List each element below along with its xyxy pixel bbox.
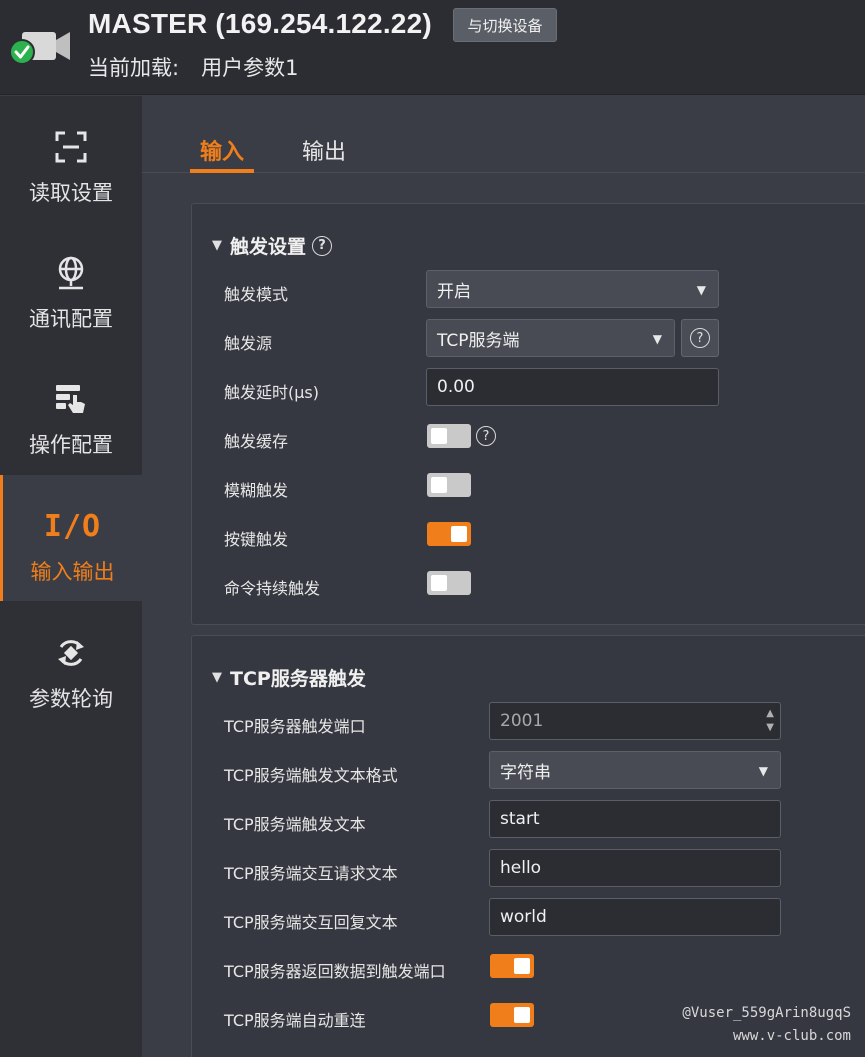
watermark-site: www.v-club.com — [732, 1028, 851, 1044]
tab-active-indicator — [190, 169, 254, 173]
tab-input[interactable]: 输入 — [200, 134, 244, 166]
chevron-down-icon: ▼ — [696, 283, 706, 297]
sidebar: 读取设置 通讯配置 操作配置 I/O 输入输出 参数轮询 — [0, 96, 142, 1057]
trigger-delay-label: 触发延时(μs) — [224, 383, 320, 402]
watermark-user: @Vuser_559gArin8ugqS — [682, 1005, 851, 1021]
tcp-text-label: TCP服务端触发文本 — [224, 815, 366, 834]
trigger-settings-header[interactable]: ▼ 触发设置 ? — [212, 232, 333, 259]
cycle-icon — [53, 635, 89, 671]
current-load-label: 当前加载: — [88, 56, 180, 80]
trigger-source-help-button[interactable]: ? — [681, 319, 719, 357]
help-icon[interactable]: ? — [312, 235, 333, 256]
fuzzy-trigger-toggle[interactable] — [427, 473, 471, 497]
sidebar-item-operation[interactable]: 操作配置 — [0, 348, 142, 474]
collapse-triangle-icon: ▼ — [212, 238, 222, 253]
tcp-reply-label: TCP服务端交互回复文本 — [224, 913, 398, 932]
trigger-mode-select[interactable]: 开启 ▼ — [426, 270, 719, 308]
tcp-text-input[interactable]: start — [489, 800, 781, 838]
scan-frame-icon — [53, 129, 89, 165]
tcp-return-data-toggle[interactable] — [490, 954, 534, 978]
help-icon: ? — [690, 328, 710, 348]
sidebar-item-param-polling[interactable]: 参数轮询 — [0, 602, 142, 728]
tcp-return-data-label: TCP服务器返回数据到触发端口 — [224, 962, 446, 981]
sidebar-item-label: 参数轮询 — [29, 687, 113, 711]
section-title: 触发设置 — [230, 236, 307, 258]
tcp-request-label: TCP服务端交互请求文本 — [224, 864, 398, 883]
trigger-mode-label: 触发模式 — [224, 285, 289, 304]
device-header: MASTER (169.254.122.22) 与切换设备 当前加载: 用户参数1 — [0, 0, 865, 95]
tcp-request-input[interactable]: hello — [489, 849, 781, 887]
device-name: MASTER (169.254.122.22) — [88, 8, 432, 39]
sidebar-item-label: 操作配置 — [29, 433, 113, 457]
sidebar-item-label: 输入输出 — [30, 560, 115, 584]
chevron-down-icon: ▼ — [652, 332, 662, 346]
command-continuous-trigger-label: 命令持续触发 — [224, 579, 321, 598]
tcp-port-value: 2001 — [500, 711, 544, 731]
fuzzy-trigger-label: 模糊触发 — [224, 481, 289, 500]
section-title: TCP服务器触发 — [230, 668, 366, 690]
tcp-port-input[interactable]: 2001 ▲ ▼ — [489, 702, 781, 740]
tab-output[interactable]: 输出 — [302, 134, 346, 166]
io-icon: I/O — [43, 508, 102, 544]
trigger-cache-label: 触发缓存 — [224, 432, 289, 451]
collapse-triangle-icon: ▼ — [212, 670, 222, 685]
tcp-auto-reconnect-label: TCP服务端自动重连 — [224, 1011, 366, 1030]
stepper-arrows-icon[interactable]: ▲ ▼ — [766, 707, 774, 735]
trigger-source-select[interactable]: TCP服务端 ▼ — [426, 319, 675, 357]
trigger-mode-value: 开启 — [437, 281, 471, 302]
sidebar-item-read-settings[interactable]: 读取设置 — [0, 96, 142, 222]
tcp-format-label: TCP服务端触发文本格式 — [224, 766, 398, 785]
key-trigger-toggle[interactable] — [427, 522, 471, 546]
chevron-down-icon: ▼ — [758, 764, 768, 778]
current-load-value: 用户参数1 — [201, 56, 299, 80]
settings-hand-icon — [53, 381, 89, 417]
tcp-reply-input[interactable]: world — [489, 898, 781, 936]
trigger-settings-panel: ▼ 触发设置 ? 触发模式 开启 ▼ 触发源 TCP服务端 ▼ ? 触发延时(μ… — [191, 203, 865, 625]
tcp-format-select[interactable]: 字符串 ▼ — [489, 751, 781, 789]
tcp-trigger-header[interactable]: ▼ TCP服务器触发 — [212, 664, 366, 691]
trigger-source-label: 触发源 — [224, 334, 273, 353]
tcp-format-value: 字符串 — [500, 762, 551, 783]
sidebar-item-label: 通讯配置 — [29, 307, 113, 331]
current-load: 当前加载: 用户参数1 — [88, 52, 298, 82]
trigger-delay-input[interactable]: 0.00 — [426, 368, 719, 406]
trigger-source-value: TCP服务端 — [437, 330, 520, 351]
sidebar-item-io[interactable]: I/O 输入输出 — [0, 475, 142, 601]
tcp-trigger-panel: ▼ TCP服务器触发 TCP服务器触发端口 2001 ▲ ▼ TCP服务端触发文本… — [191, 635, 865, 1057]
help-icon[interactable]: ? — [476, 426, 496, 446]
tcp-port-label: TCP服务器触发端口 — [224, 717, 366, 736]
sidebar-item-communication[interactable]: 通讯配置 — [0, 222, 142, 348]
switch-device-button[interactable]: 与切换设备 — [453, 8, 557, 42]
command-continuous-trigger-toggle[interactable] — [427, 571, 471, 595]
key-trigger-label: 按键触发 — [224, 530, 289, 549]
tcp-auto-reconnect-toggle[interactable] — [490, 1003, 534, 1027]
trigger-cache-toggle[interactable] — [427, 424, 471, 448]
camera-status-icon — [9, 32, 70, 65]
globe-network-icon — [53, 255, 89, 291]
sidebar-item-label: 读取设置 — [29, 181, 113, 205]
